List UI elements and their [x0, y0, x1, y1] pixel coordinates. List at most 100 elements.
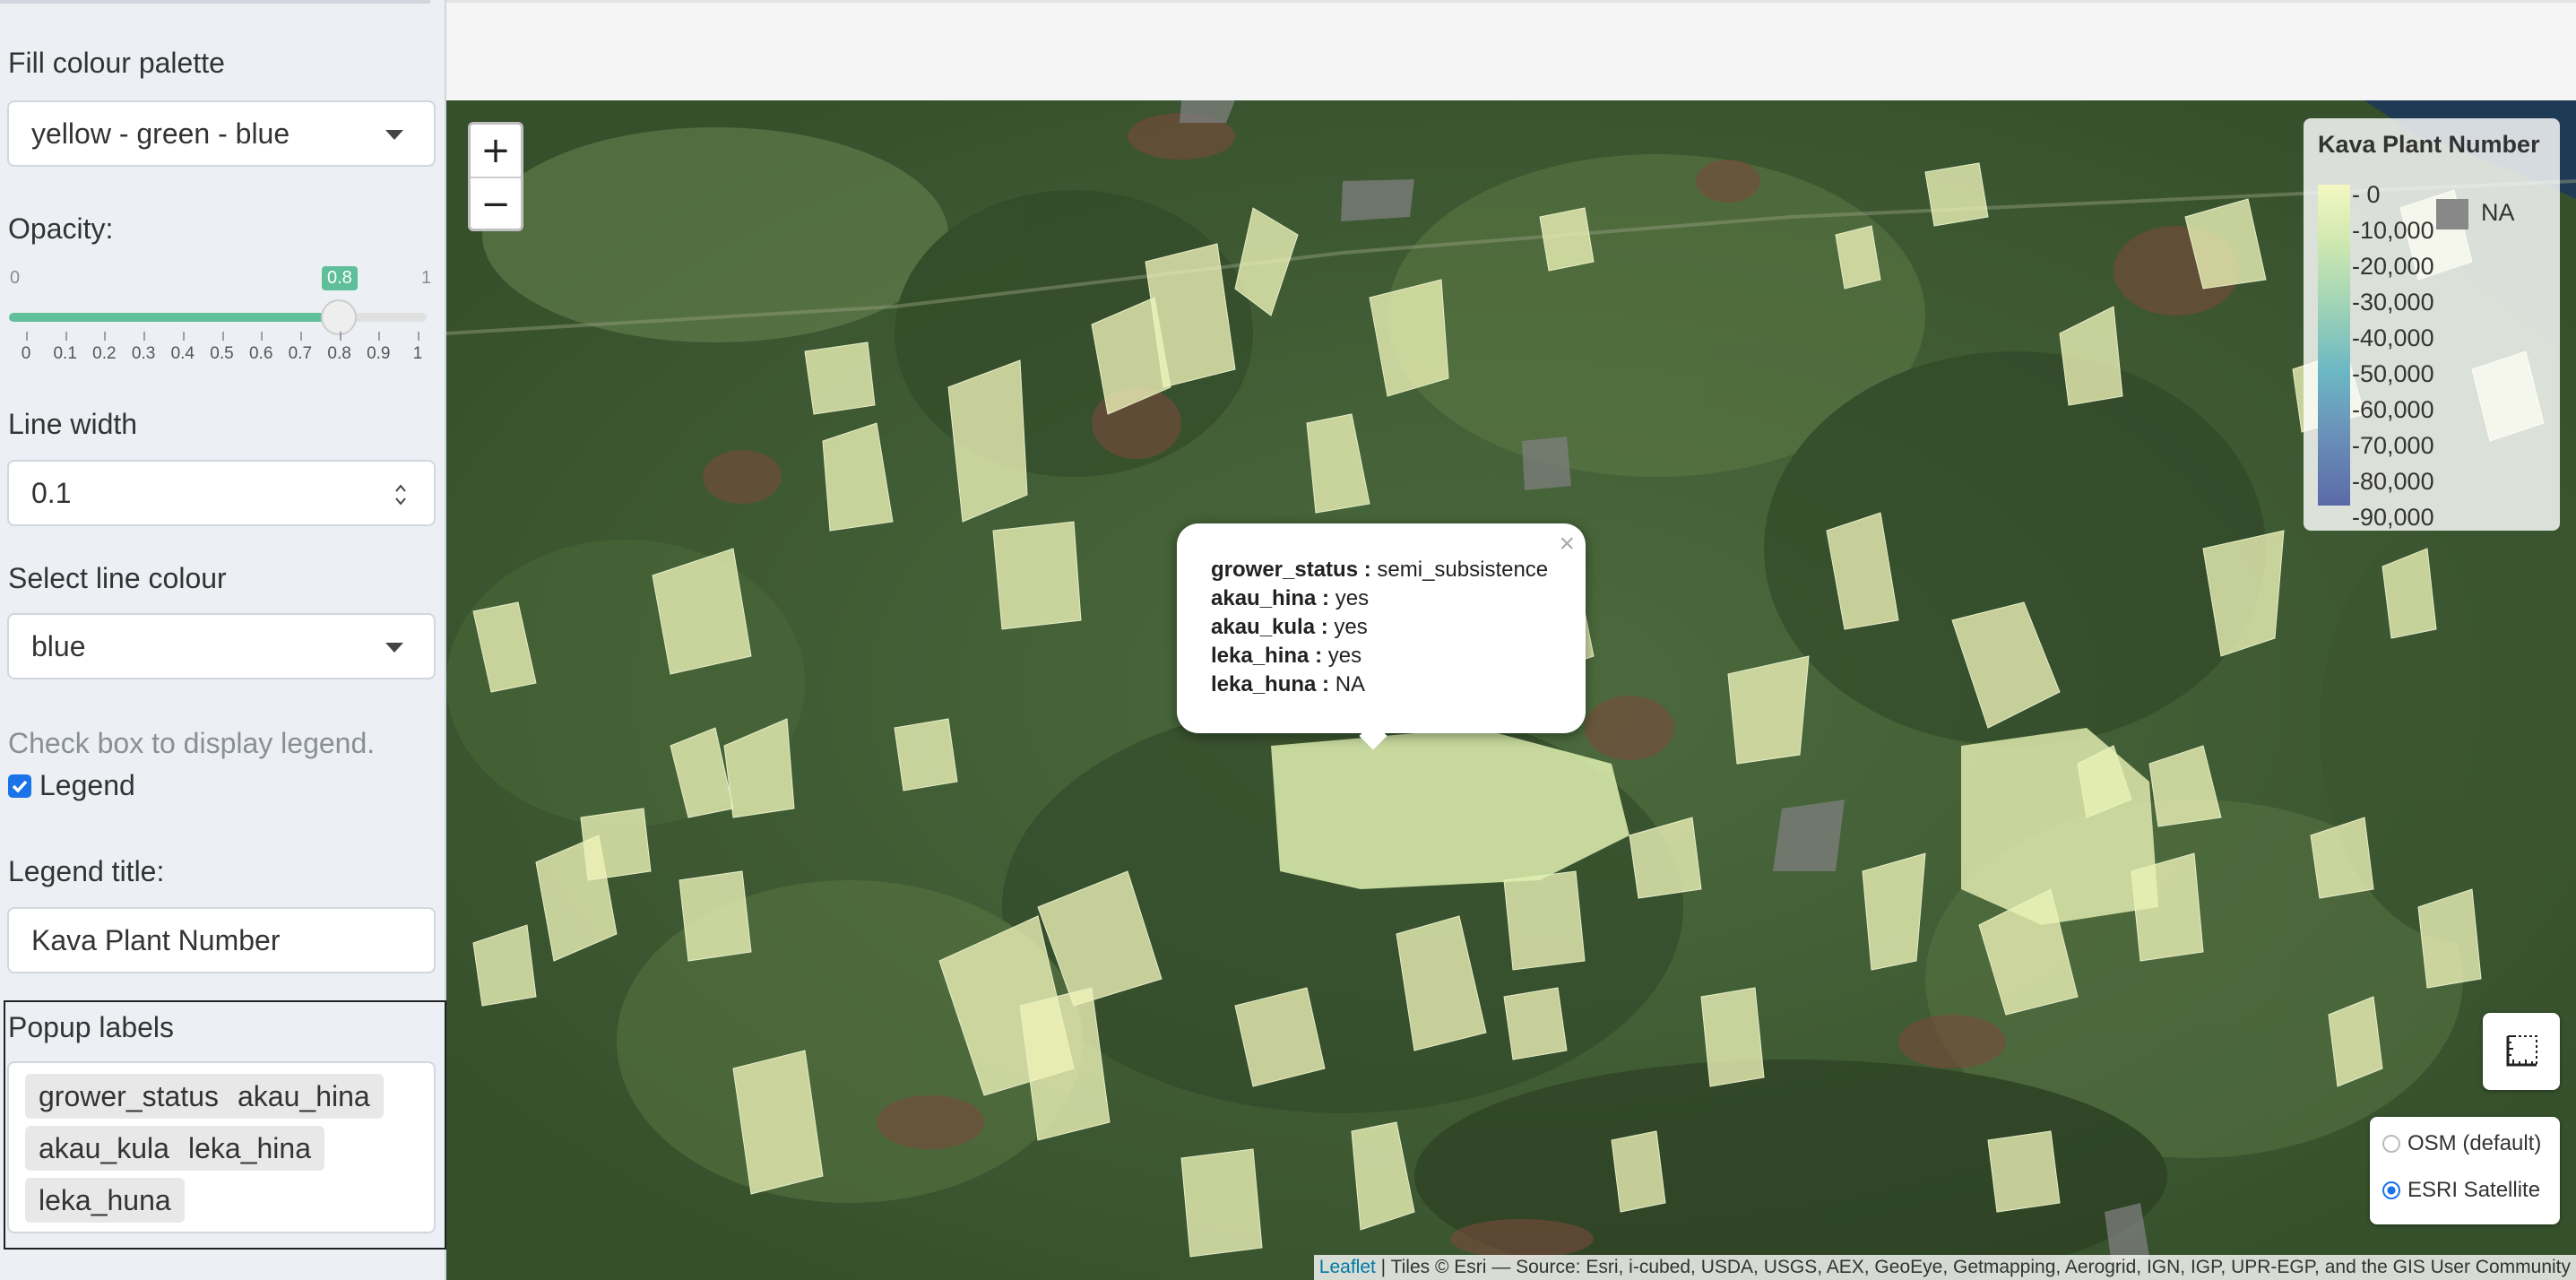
zoom-out-button[interactable]: − — [471, 178, 521, 230]
slider-tick — [261, 332, 264, 341]
legend-label: -40,000 — [2352, 324, 2434, 351]
slider-value-badge: 0.8 — [322, 266, 358, 290]
popup-row-leka-huna: leka_huna : NA — [1211, 672, 1365, 697]
slider-max-label: 1 — [421, 268, 432, 288]
legend-label: -70,000 — [2352, 432, 2434, 459]
slider-fill — [9, 313, 339, 322]
legend-na-swatch — [2436, 199, 2468, 229]
slider-tick — [221, 332, 224, 341]
line-width-value: 0.1 — [31, 477, 72, 509]
sidebar: Fill colour palette yellow - green - blu… — [0, 0, 446, 1280]
check-icon — [12, 780, 28, 793]
slider-tick-label: 0.2 — [92, 344, 117, 363]
legend-color-ramp — [2318, 185, 2350, 506]
info-popup: × grower_status : semi_subsistence akau_… — [1177, 523, 1586, 750]
line-colour-select[interactable]: blue — [7, 613, 436, 679]
popup-key: akau_kula : — [1211, 615, 1328, 639]
layers-control: OSM (default) ESRI Satellite — [2370, 1117, 2560, 1224]
legend-title-label: Legend title: — [8, 855, 165, 887]
slider-tick — [299, 332, 302, 341]
legend-label: -20,000 — [2352, 253, 2434, 280]
fill-palette-label: Fill colour palette — [8, 47, 225, 79]
popup-value: yes — [1334, 615, 1368, 639]
line-colour-label: Select line colour — [8, 562, 227, 594]
layer-label-esri: ESRI Satellite — [2407, 1178, 2541, 1202]
fill-palette-value: yellow - green - blue — [31, 117, 290, 150]
slider-tick-label: 0.3 — [131, 344, 156, 363]
close-icon[interactable]: × — [1559, 529, 1575, 559]
spinner-icon[interactable] — [394, 481, 407, 508]
chip-grower-status[interactable]: grower_status — [25, 1074, 232, 1119]
legend-na-label: NA — [2481, 199, 2515, 226]
popup-row-leka-hina: leka_hina : yes — [1211, 644, 1361, 669]
slider-handle[interactable] — [321, 299, 357, 335]
popup-labels-select[interactable]: grower_status akau_hina akau_kula leka_h… — [7, 1061, 436, 1233]
zoom-control: + − — [468, 122, 523, 231]
line-width-input[interactable]: 0.1 — [7, 460, 436, 526]
legend-label: - 0 — [2352, 181, 2381, 208]
chip-leka-huna[interactable]: leka_huna — [25, 1178, 185, 1223]
opacity-slider[interactable] — [9, 299, 436, 335]
slider-tick — [418, 332, 419, 341]
map-attribution: Leaflet | Tiles © Esri — Source: Esri, i… — [1313, 1255, 2576, 1280]
slider-tick-label: 0 — [21, 344, 31, 363]
fill-palette-select[interactable]: yellow - green - blue — [7, 100, 436, 167]
chevron-down-icon — [385, 130, 403, 140]
popup-row-akau-hina: akau_hina : yes — [1211, 586, 1369, 611]
layer-option-osm[interactable]: OSM (default) — [2370, 1126, 2560, 1162]
chip-akau-kula[interactable]: akau_kula — [25, 1126, 183, 1171]
legend-label: -90,000 — [2352, 504, 2434, 531]
legend-label: -80,000 — [2352, 468, 2434, 495]
slider-tick — [26, 332, 28, 341]
leaflet-link[interactable]: Leaflet — [1319, 1257, 1376, 1277]
popup-value: NA — [1335, 672, 1366, 696]
popup-value: semi_subsistence — [1377, 558, 1549, 582]
ruler-icon — [2506, 1035, 2537, 1067]
popup-key: grower_status : — [1211, 558, 1371, 582]
popup-value: yes — [1327, 644, 1362, 668]
slider-tick-label: 0.9 — [367, 344, 391, 363]
slider-tick — [182, 332, 185, 341]
popup-key: leka_hina : — [1211, 644, 1323, 668]
legend-title-input[interactable]: Kava Plant Number — [7, 907, 436, 973]
slider-tick — [143, 332, 146, 341]
slider-tick-label: 0.7 — [288, 344, 313, 363]
slider-tick — [65, 332, 67, 341]
slider-tick-label: 0.4 — [170, 344, 195, 363]
slider-min-label: 0 — [10, 268, 21, 288]
legend-hint: Check box to display legend. — [8, 727, 376, 759]
legend-label: -30,000 — [2352, 289, 2434, 316]
chip-akau-hina[interactable]: akau_hina — [224, 1074, 384, 1119]
legend-checkbox[interactable] — [8, 774, 31, 798]
popup-key: leka_huna : — [1211, 672, 1330, 696]
measure-button[interactable] — [2483, 1013, 2560, 1090]
slider-tick-label: 0.5 — [210, 344, 234, 363]
slider-tick-label: 1 — [412, 344, 423, 363]
popup-row-akau-kula: akau_kula : yes — [1211, 615, 1368, 640]
chip-leka-hina[interactable]: leka_hina — [175, 1126, 324, 1171]
legend-title-value: Kava Plant Number — [31, 924, 281, 956]
legend-label: -60,000 — [2352, 396, 2434, 423]
slider-tick — [104, 332, 107, 341]
popup-value: yes — [1335, 586, 1370, 610]
radio-osm[interactable] — [2382, 1135, 2400, 1153]
legend-checkbox-label: Legend — [39, 769, 135, 801]
map[interactable]: + − × grower_status : semi_subsistence a… — [446, 100, 2576, 1280]
zoom-in-button[interactable]: + — [471, 125, 521, 178]
attribution-text: | Tiles © Esri — Source: Esri, i-cubed, … — [1375, 1257, 2571, 1277]
sidebar-top-border — [0, 0, 430, 4]
popup-row-grower-status: grower_status : semi_subsistence — [1211, 558, 1548, 583]
opacity-label: Opacity: — [8, 212, 114, 245]
radio-esri[interactable] — [2382, 1181, 2400, 1199]
legend-title: Kava Plant Number — [2318, 131, 2540, 158]
line-width-label: Line width — [8, 408, 138, 440]
map-legend: Kava Plant Number - 0 -10,000 -20,000 -3… — [2304, 118, 2560, 531]
slider-tick-label: 0.6 — [248, 344, 273, 363]
map-header-strip — [446, 0, 2576, 100]
layer-option-esri[interactable]: ESRI Satellite — [2370, 1172, 2560, 1208]
slider-tick — [339, 332, 341, 341]
slider-tick — [378, 332, 381, 341]
popup-key: akau_hina : — [1211, 586, 1330, 610]
popup-labels-label: Popup labels — [8, 1011, 175, 1043]
slider-tick-label: 0.8 — [327, 344, 351, 363]
